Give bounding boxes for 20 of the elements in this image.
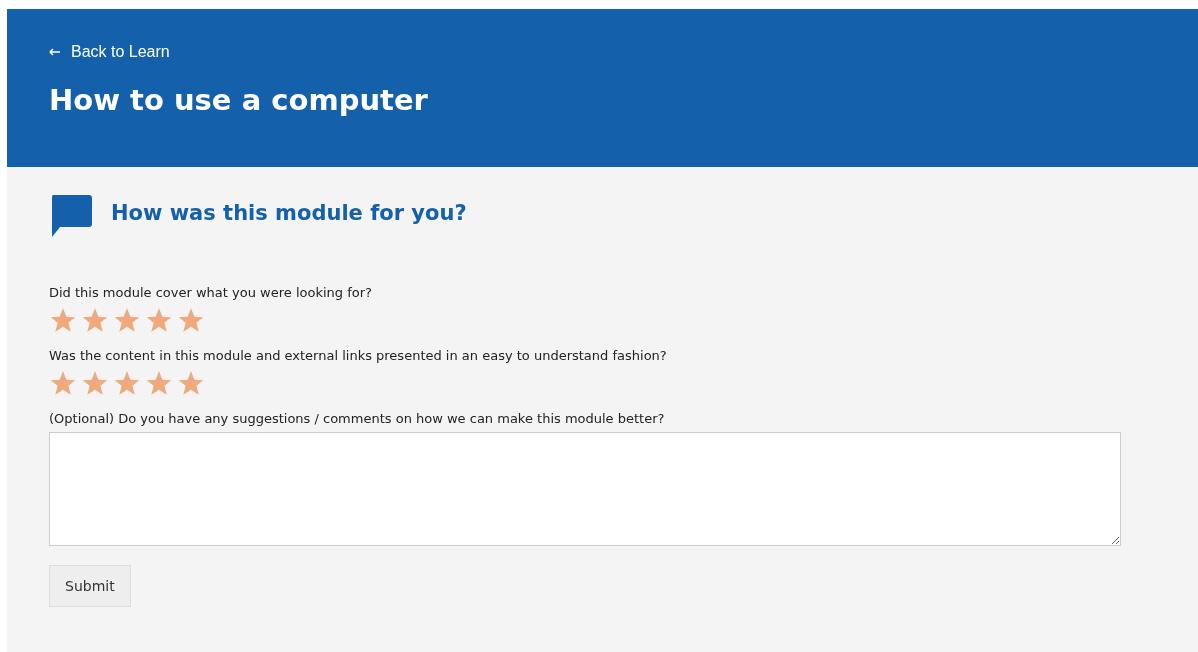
question-label: Was the content in this module and external links presented in an easy to understand fashion? bbox=[49, 348, 667, 363]
star-icon[interactable] bbox=[177, 307, 205, 335]
speech-bubble-icon bbox=[49, 194, 93, 238]
question-label: Did this module cover what you were looking for? bbox=[49, 285, 372, 300]
page-title: How to use a computer bbox=[49, 83, 428, 117]
star-icon[interactable] bbox=[177, 370, 205, 398]
star-icon[interactable] bbox=[145, 370, 173, 398]
back-arrow-icon bbox=[49, 48, 61, 56]
star-icon[interactable] bbox=[49, 307, 77, 335]
comment-field[interactable] bbox=[49, 432, 1121, 546]
feedback-heading: How was this module for you? bbox=[111, 201, 467, 225]
star-icon[interactable] bbox=[49, 370, 77, 398]
submit-button[interactable]: Submit bbox=[49, 565, 131, 607]
question-label: (Optional) Do you have any suggestions / comments on how we can make this module better? bbox=[49, 411, 665, 426]
star-icon[interactable] bbox=[113, 370, 141, 398]
star-icon[interactable] bbox=[81, 370, 109, 398]
star-icon[interactable] bbox=[113, 307, 141, 335]
star-icon[interactable] bbox=[145, 307, 173, 335]
star-icon[interactable] bbox=[81, 307, 109, 335]
back-link[interactable]: Back to Learn bbox=[49, 43, 170, 61]
